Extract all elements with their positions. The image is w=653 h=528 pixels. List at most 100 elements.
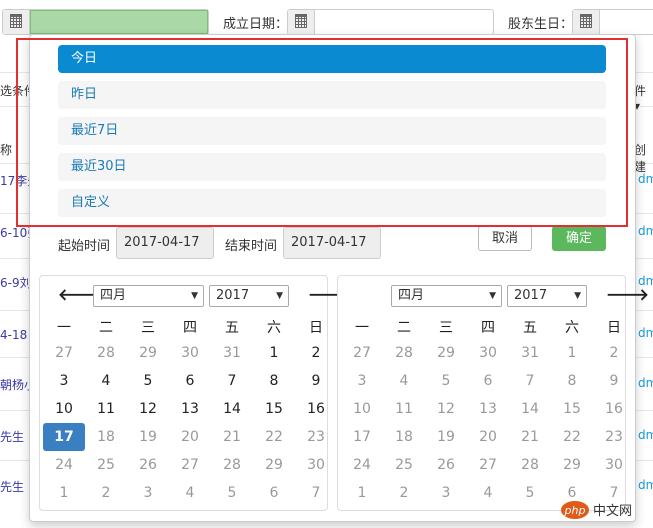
calendar-day[interactable]: 3 bbox=[43, 367, 85, 395]
month-select[interactable]: 四月 ▼ bbox=[391, 285, 502, 307]
calendar-day[interactable]: 8 bbox=[551, 367, 593, 395]
calendar-day[interactable]: 28 bbox=[211, 451, 253, 479]
calendar-day[interactable]: 12 bbox=[127, 395, 169, 423]
calendar-addon[interactable] bbox=[573, 10, 600, 34]
calendar-day[interactable]: 3 bbox=[425, 479, 467, 507]
calendar-day[interactable]: 6 bbox=[467, 367, 509, 395]
calendar-day[interactable]: 4 bbox=[383, 367, 425, 395]
range-option-yesterday[interactable]: 昨日 bbox=[58, 81, 606, 109]
calendar-day[interactable]: 3 bbox=[341, 367, 383, 395]
year-select[interactable]: 2017 ▼ bbox=[507, 285, 587, 307]
calendar-day[interactable]: 17 bbox=[341, 423, 383, 451]
calendar-day[interactable]: 29 bbox=[551, 451, 593, 479]
calendar-day[interactable]: 22 bbox=[253, 423, 295, 451]
year-select[interactable]: 2017 ▼ bbox=[209, 285, 289, 307]
calendar-day[interactable]: 7 bbox=[211, 367, 253, 395]
bg-row-link[interactable]: 先生 bbox=[0, 428, 24, 445]
calendar-day[interactable]: 25 bbox=[85, 451, 127, 479]
calendar-day[interactable]: 21 bbox=[211, 423, 253, 451]
calendar-day[interactable]: 13 bbox=[467, 395, 509, 423]
calendar-day[interactable]: 30 bbox=[593, 451, 635, 479]
calendar-day[interactable]: 5 bbox=[127, 367, 169, 395]
calendar-day[interactable]: 10 bbox=[341, 395, 383, 423]
calendar-day[interactable]: 6 bbox=[169, 367, 211, 395]
calendar-addon[interactable] bbox=[3, 10, 30, 34]
calendar-day[interactable]: 31 bbox=[211, 339, 253, 367]
calendar-day[interactable]: 16 bbox=[593, 395, 635, 423]
calendar-day[interactable]: 25 bbox=[383, 451, 425, 479]
cancel-button[interactable]: 取消 bbox=[478, 226, 532, 251]
calendar-day[interactable]: 27 bbox=[467, 451, 509, 479]
calendar-day[interactable]: 30 bbox=[169, 339, 211, 367]
calendar-day[interactable]: 28 bbox=[509, 451, 551, 479]
founded-date-input[interactable] bbox=[287, 9, 494, 35]
calendar-day[interactable]: 7 bbox=[295, 479, 337, 507]
calendar-day[interactable]: 3 bbox=[127, 479, 169, 507]
calendar-day[interactable]: 21 bbox=[509, 423, 551, 451]
calendar-day[interactable]: 14 bbox=[211, 395, 253, 423]
calendar-day[interactable]: 6 bbox=[253, 479, 295, 507]
calendar-day[interactable]: 2 bbox=[295, 339, 337, 367]
calendar-day-selected[interactable]: 17 bbox=[43, 423, 85, 451]
calendar-day[interactable]: 24 bbox=[341, 451, 383, 479]
calendar-day[interactable]: 20 bbox=[467, 423, 509, 451]
range-option-custom[interactable]: 自定义 bbox=[58, 189, 606, 217]
shareholder-birthday-input[interactable] bbox=[572, 9, 653, 35]
calendar-day[interactable]: 8 bbox=[253, 367, 295, 395]
shareholder-birthday-field[interactable] bbox=[600, 10, 653, 34]
calendar-day[interactable]: 10 bbox=[43, 395, 85, 423]
calendar-day[interactable]: 5 bbox=[211, 479, 253, 507]
next-month-arrow-icon[interactable]: 🡒 bbox=[606, 284, 649, 304]
founded-date-field[interactable] bbox=[315, 10, 493, 34]
calendar-day[interactable]: 1 bbox=[43, 479, 85, 507]
bg-row-link[interactable]: 先生 bbox=[0, 478, 24, 495]
calendar-day[interactable]: 29 bbox=[425, 339, 467, 367]
range-option-today[interactable]: 今日 bbox=[58, 45, 606, 73]
calendar-day[interactable]: 9 bbox=[295, 367, 337, 395]
calendar-day[interactable]: 18 bbox=[85, 423, 127, 451]
calendar-day[interactable]: 14 bbox=[509, 395, 551, 423]
calendar-day[interactable]: 11 bbox=[383, 395, 425, 423]
range-option-last-30-days[interactable]: 最近30日 bbox=[58, 153, 606, 181]
calendar-day[interactable]: 28 bbox=[85, 339, 127, 367]
date-range-input[interactable] bbox=[2, 9, 209, 35]
calendar-day[interactable]: 11 bbox=[85, 395, 127, 423]
calendar-day[interactable]: 4 bbox=[169, 479, 211, 507]
calendar-day[interactable]: 5 bbox=[425, 367, 467, 395]
date-range-field-active[interactable] bbox=[30, 10, 208, 34]
calendar-day[interactable]: 4 bbox=[467, 479, 509, 507]
calendar-day[interactable]: 26 bbox=[425, 451, 467, 479]
end-time-input[interactable]: 2017-04-17 bbox=[283, 227, 381, 259]
calendar-day[interactable]: 2 bbox=[383, 479, 425, 507]
calendar-day[interactable]: 27 bbox=[43, 339, 85, 367]
calendar-day[interactable]: 16 bbox=[295, 395, 337, 423]
calendar-addon[interactable] bbox=[288, 10, 315, 34]
calendar-day[interactable]: 19 bbox=[425, 423, 467, 451]
calendar-day[interactable]: 18 bbox=[383, 423, 425, 451]
calendar-day[interactable]: 1 bbox=[551, 339, 593, 367]
calendar-day[interactable]: 4 bbox=[85, 367, 127, 395]
calendar-day[interactable]: 9 bbox=[593, 367, 635, 395]
bg-dropdown[interactable]: 件 ▾ bbox=[634, 82, 653, 113]
calendar-day[interactable]: 5 bbox=[509, 479, 551, 507]
calendar-day[interactable]: 23 bbox=[593, 423, 635, 451]
calendar-day[interactable]: 28 bbox=[383, 339, 425, 367]
calendar-day[interactable]: 29 bbox=[253, 451, 295, 479]
calendar-day[interactable]: 1 bbox=[341, 479, 383, 507]
month-select[interactable]: 四月 ▼ bbox=[93, 285, 204, 307]
calendar-day[interactable]: 2 bbox=[593, 339, 635, 367]
calendar-day[interactable]: 30 bbox=[467, 339, 509, 367]
calendar-day[interactable]: 7 bbox=[509, 367, 551, 395]
calendar-day[interactable]: 27 bbox=[341, 339, 383, 367]
calendar-day[interactable]: 30 bbox=[295, 451, 337, 479]
calendar-day[interactable]: 13 bbox=[169, 395, 211, 423]
range-option-last-7-days[interactable]: 最近7日 bbox=[58, 117, 606, 145]
calendar-day[interactable]: 26 bbox=[127, 451, 169, 479]
calendar-day[interactable]: 20 bbox=[169, 423, 211, 451]
calendar-day[interactable]: 15 bbox=[551, 395, 593, 423]
calendar-day[interactable]: 22 bbox=[551, 423, 593, 451]
calendar-day[interactable]: 23 bbox=[295, 423, 337, 451]
ok-button[interactable]: 确定 bbox=[552, 226, 606, 251]
calendar-day[interactable]: 1 bbox=[253, 339, 295, 367]
calendar-day[interactable]: 2 bbox=[85, 479, 127, 507]
